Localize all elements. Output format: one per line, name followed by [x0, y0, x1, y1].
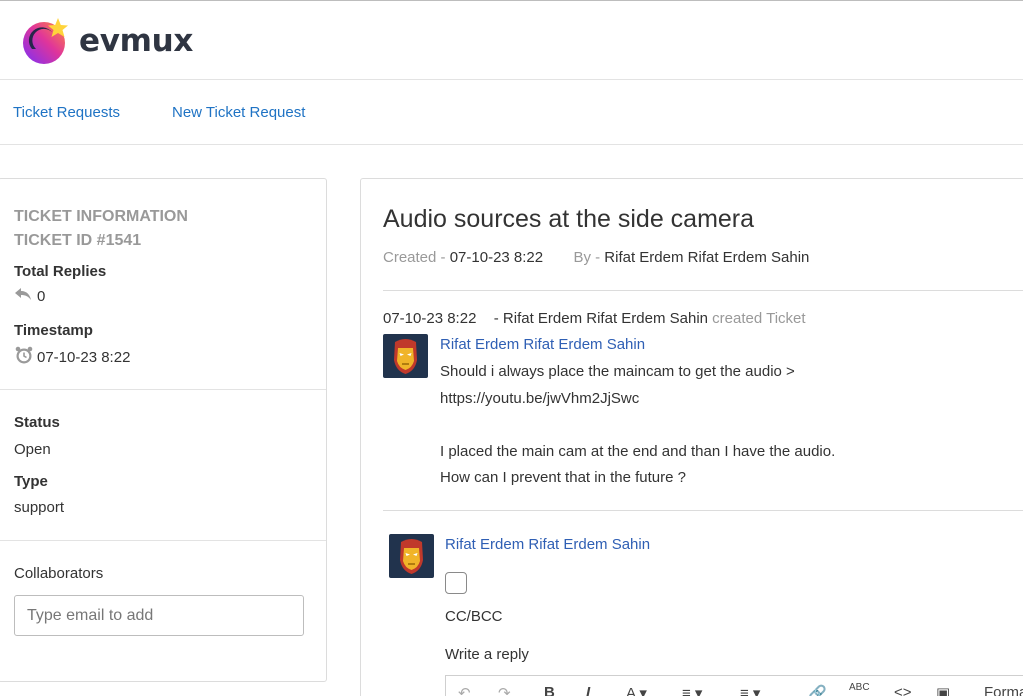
thread-event: 07-10-23 8:22 - Rifat Erdem Rifat Erdem … [383, 310, 806, 327]
logo-icon [22, 16, 72, 66]
total-replies-label: Total Replies [14, 263, 107, 280]
reply-author[interactable]: Rifat Erdem Rifat Erdem Sahin [445, 536, 650, 553]
thread-actor: - Rifat Erdem Rifat Erdem Sahin [493, 310, 708, 327]
nav-ticket-requests[interactable]: Ticket Requests [13, 104, 120, 121]
image-icon[interactable]: ▣ [936, 684, 950, 696]
total-replies-count: 0 [37, 287, 46, 305]
ticket-title: Audio sources at the side camera [383, 205, 755, 233]
reply-icon [14, 287, 32, 305]
timestamp-label: Timestamp [14, 322, 93, 339]
divider [0, 389, 326, 390]
logo[interactable]: evmux [22, 16, 193, 66]
redo-icon[interactable]: ↷ [498, 684, 511, 696]
by-label: By - [573, 249, 605, 266]
font-color-icon[interactable]: A ▾ [626, 684, 647, 696]
ticket-info-title: TICKET INFORMATION [14, 208, 188, 225]
message-author[interactable]: Rifat Erdem Rifat Erdem Sahin [440, 336, 645, 353]
reply-avatar [389, 534, 434, 578]
type-value: support [14, 499, 65, 516]
ticket-meta: Created - 07-10-23 8:22 By - Rifat Erdem… [383, 249, 809, 266]
created-label: Created - [383, 249, 450, 266]
timestamp-value: 07-10-23 8:22 [14, 345, 130, 369]
cc-bcc-label: CC/BCC [445, 608, 503, 625]
timestamp-text: 07-10-23 8:22 [37, 348, 131, 366]
by-value: Rifat Erdem Rifat Erdem Sahin [604, 249, 810, 266]
code-icon[interactable]: <> [894, 684, 912, 696]
message-body: Should i always place the maincam to get… [440, 363, 836, 486]
link-icon[interactable]: 🔗 [808, 684, 827, 696]
nav-new-ticket-request[interactable]: New Ticket Request [172, 104, 305, 121]
bold-icon[interactable]: B [544, 684, 555, 696]
format-dropdown[interactable]: Forma [984, 684, 1023, 696]
logo-text: evmux [79, 23, 194, 59]
divider [0, 540, 326, 541]
ticket-id: TICKET ID #1541 [14, 232, 142, 249]
cc-bcc-checkbox[interactable] [445, 572, 467, 594]
divider [383, 290, 1023, 291]
undo-icon[interactable]: ↶ [458, 684, 471, 696]
divider [383, 510, 1023, 511]
ticket-info-heading: TICKET INFORMATION TICKET ID #1541 [14, 205, 188, 253]
collaborators-label: Collaborators [14, 565, 104, 582]
editor-toolbar: ↶ ↷ B I A ▾ ≡ ▾ ≡ ▾ 🔗 ABC <> ▣ Forma [445, 675, 1023, 696]
top-bar: evmux [0, 0, 1023, 80]
status-label: Status [14, 414, 60, 431]
avatar [383, 334, 428, 378]
write-reply-label: Write a reply [445, 646, 529, 663]
bullet-list-icon[interactable]: ≡ ▾ [682, 684, 702, 696]
created-value: 07-10-23 8:22 [449, 249, 544, 266]
spellcheck-icon[interactable]: ABC [849, 682, 870, 693]
type-label: Type [14, 473, 48, 490]
numbered-list-icon[interactable]: ≡ ▾ [740, 684, 760, 696]
thread-action: created Ticket [712, 310, 806, 327]
italic-icon[interactable]: I [586, 684, 590, 696]
total-replies-value: 0 [14, 287, 45, 305]
ticket-info-panel: TICKET INFORMATION TICKET ID #1541 Total… [0, 178, 327, 682]
nav-bar: Ticket Requests New Ticket Request [0, 80, 1023, 145]
clock-icon [14, 345, 34, 369]
collaborator-email-input[interactable] [14, 595, 304, 636]
status-value: Open [14, 441, 51, 458]
ticket-panel: Audio sources at the side camera Created… [360, 178, 1023, 696]
thread-timestamp: 07-10-23 8:22 [383, 310, 477, 327]
